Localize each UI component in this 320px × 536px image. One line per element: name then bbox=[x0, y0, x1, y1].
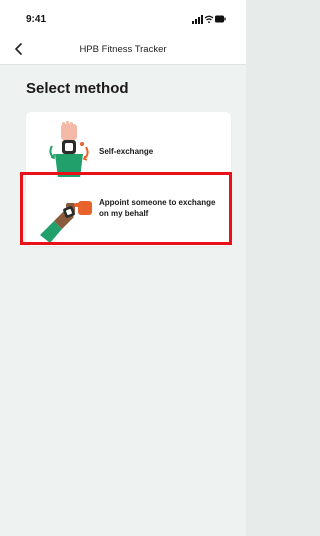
signal-icon bbox=[192, 15, 203, 24]
option-label: Self-exchange bbox=[99, 147, 154, 156]
wifi-icon bbox=[204, 15, 214, 24]
nav-bar: HPB Fitness Tracker bbox=[0, 34, 246, 65]
app-screen: 9:41 HPB Fitness Tracker Select method S… bbox=[0, 0, 246, 536]
option-appoint-someone[interactable]: Appoint someone to exchange on my behalf bbox=[26, 177, 231, 246]
chevron-left-icon bbox=[15, 43, 22, 55]
back-button[interactable] bbox=[8, 38, 30, 60]
self-exchange-illustration bbox=[49, 121, 89, 178]
battery-icon bbox=[215, 15, 226, 23]
status-bar: 9:41 bbox=[0, 0, 246, 34]
status-icons bbox=[192, 15, 226, 24]
appoint-someone-illustration bbox=[40, 201, 92, 243]
option-label: Appoint someone to exchange on my behalf bbox=[99, 198, 216, 218]
section-heading: Select method bbox=[26, 80, 129, 97]
status-time: 9:41 bbox=[26, 14, 47, 25]
page-title: HPB Fitness Tracker bbox=[79, 44, 167, 55]
